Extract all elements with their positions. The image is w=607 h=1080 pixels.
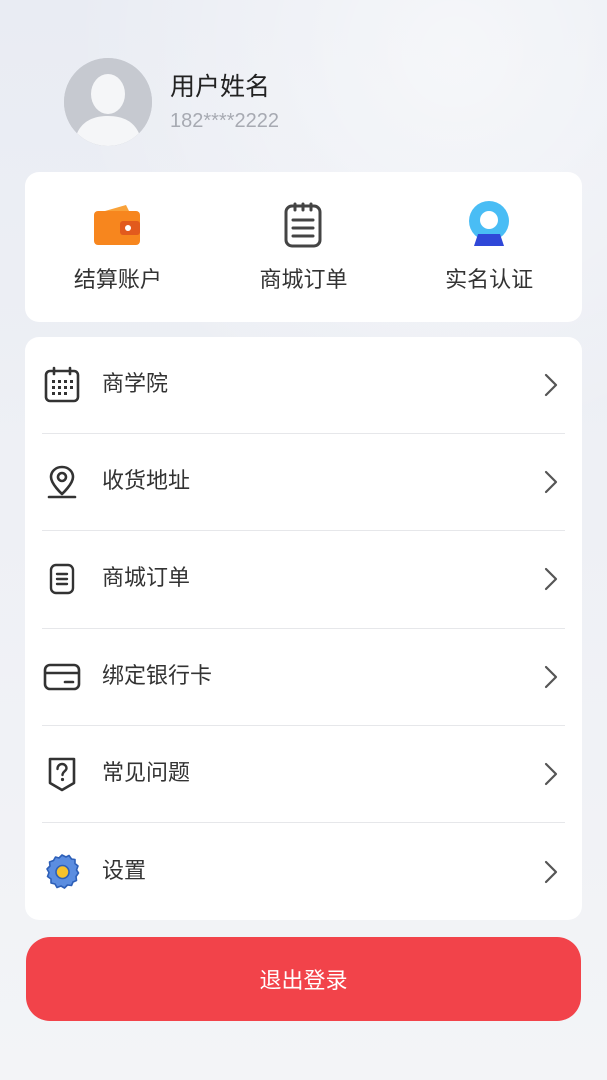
calendar-icon [42, 365, 82, 405]
chevron-right-icon [541, 663, 561, 691]
user-name: 用户姓名 [170, 72, 271, 101]
chevron-right-icon [541, 858, 561, 886]
quick-action-mall-orders[interactable]: 商城订单 [223, 199, 383, 295]
wallet-icon [92, 199, 144, 251]
chevron-right-icon [541, 760, 561, 788]
menu-item-bind-bank-card[interactable]: 绑定银行卡 [42, 629, 565, 726]
quick-action-real-name-verification[interactable]: 实名认证 [409, 199, 569, 295]
menu-item-faq[interactable]: 常见问题 [42, 726, 565, 823]
quick-action-label: 实名认证 [445, 268, 534, 293]
menu-item-settings[interactable]: 设置 [42, 823, 565, 920]
chevron-right-icon [541, 371, 561, 399]
menu-item-label: 商城订单 [102, 566, 191, 592]
chevron-right-icon [541, 468, 561, 496]
order-list-icon [277, 199, 329, 251]
quick-action-label: 结算账户 [73, 268, 162, 293]
menu-item-label: 常见问题 [102, 760, 191, 786]
menu-item-mall-orders[interactable]: 商城订单 [42, 531, 565, 629]
menu-item-label: 绑定银行卡 [102, 663, 213, 689]
profile-text: 用户姓名 182****2222 [170, 70, 279, 134]
question-shield-icon [42, 754, 82, 794]
bank-card-icon [42, 657, 82, 697]
verified-user-icon [463, 199, 515, 251]
location-pin-icon [42, 462, 82, 502]
menu-item-label: 设置 [102, 858, 147, 884]
menu-item-shipping-address[interactable]: 收货地址 [42, 434, 565, 532]
menu-item-label: 收货地址 [102, 469, 191, 495]
gear-icon [42, 852, 82, 892]
quick-action-label: 商城订单 [259, 268, 348, 293]
order-list-icon [42, 559, 82, 599]
menu-item-business-school[interactable]: 商学院 [42, 337, 565, 435]
chevron-right-icon [541, 565, 561, 593]
quick-actions-card: 结算账户 商城订单 实名认证 [25, 172, 582, 322]
profile-header[interactable]: 用户姓名 182****2222 [64, 58, 279, 146]
logout-button[interactable]: 退出登录 [26, 937, 581, 1021]
user-phone: 182****2222 [170, 110, 279, 132]
menu-list: 商学院 收货地址 商城订单 绑定银行卡 常见问题 设置 [25, 337, 582, 920]
quick-action-settlement-account[interactable]: 结算账户 [38, 199, 198, 295]
menu-item-label: 商学院 [102, 372, 169, 398]
default-avatar-icon [64, 58, 152, 146]
avatar[interactable] [64, 58, 152, 146]
